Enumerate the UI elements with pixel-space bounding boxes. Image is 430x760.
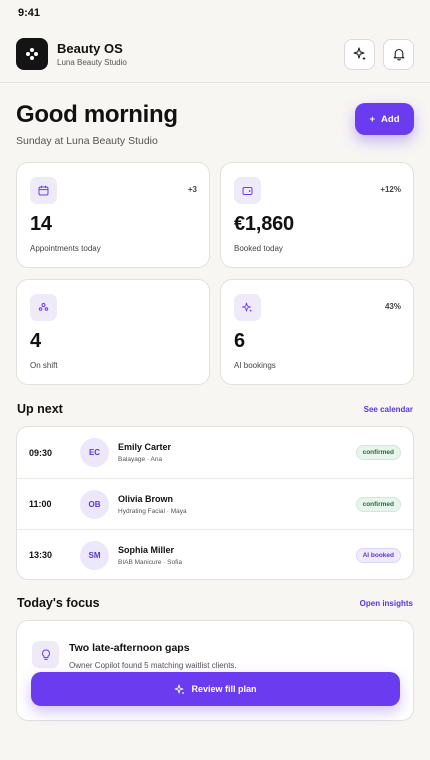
- client-name: Emily Carter: [118, 442, 172, 452]
- notifications-button[interactable]: [383, 38, 414, 70]
- appointment-time: 13:30: [29, 550, 53, 560]
- client-name: Olivia Brown: [118, 493, 174, 504]
- status-time: 9:41: [18, 7, 41, 19]
- status-badge: confirmed: [355, 496, 401, 512]
- review-fill-plan-label: Review fill plan: [191, 684, 257, 694]
- up-next-title: Up next: [17, 402, 63, 416]
- flower-icon: [26, 48, 38, 60]
- stat-value: €1,860: [234, 213, 294, 235]
- sparkles-icon: [175, 684, 185, 694]
- add-button-label: Add: [381, 113, 400, 125]
- status-bar: 9:41: [0, 0, 430, 26]
- app-name: Beauty OS: [57, 40, 123, 56]
- wallet-icon: [234, 177, 261, 204]
- appointment-info: Sophia Miller BIAB Manicure · Sofia: [118, 545, 182, 566]
- appointment-info: Emily Carter Balayage · Ana: [118, 442, 171, 463]
- stat-card-booked[interactable]: +12% €1,860 Booked today: [220, 162, 414, 268]
- team-icon: [30, 294, 57, 321]
- avatar: EC: [80, 438, 109, 467]
- appointment-detail: BIAB Manicure · Sofia: [118, 558, 182, 566]
- stat-label: Booked today: [234, 244, 283, 253]
- header-actions: [344, 38, 414, 70]
- stat-card-on-shift[interactable]: 4 On shift: [16, 279, 210, 385]
- focus-card-description: Owner Copilot found 5 matching waitlist …: [69, 661, 237, 670]
- page-title: Good morning: [16, 101, 178, 128]
- stat-card-appointments[interactable]: +3 14 Appointments today: [16, 162, 210, 268]
- review-fill-plan-button[interactable]: Review fill plan: [31, 672, 400, 706]
- plus-icon: +: [369, 113, 376, 125]
- stat-label: On shift: [30, 361, 58, 370]
- open-insights-link[interactable]: Open insights: [360, 599, 413, 608]
- add-button[interactable]: + Add: [355, 103, 414, 135]
- appointment-row[interactable]: 11:00 OB Olivia Brown Hydrating Facial ·…: [17, 478, 413, 529]
- sparkles-icon: [352, 47, 366, 61]
- sparkles-icon: [234, 294, 261, 321]
- avatar: OB: [80, 489, 109, 519]
- client-name: Sophia Miller: [118, 544, 175, 555]
- appointment-row[interactable]: 09:30 EC Emily Carter Balayage · Ana con…: [17, 427, 413, 478]
- focus-card-title: Two late-afternoon gaps: [69, 642, 190, 654]
- stat-delta: +12%: [380, 185, 401, 194]
- bell-icon: [393, 48, 404, 61]
- appointment-info: Olivia Brown Hydrating Facial · Maya: [118, 494, 187, 515]
- stat-label: AI bookings: [234, 361, 276, 370]
- page-subtitle: Sunday at Luna Beauty Studio: [16, 135, 158, 147]
- status-badge: confirmed: [355, 445, 401, 460]
- stat-delta: +3: [187, 185, 197, 194]
- calendar-icon: [30, 177, 57, 204]
- appointment-time: 09:30: [29, 447, 53, 458]
- appointment-list: 09:30 EC Emily Carter Balayage · Ana con…: [16, 426, 414, 580]
- stat-value: 14: [30, 213, 52, 235]
- studio-name: Luna Beauty Studio: [57, 57, 127, 67]
- app-logo: [16, 38, 48, 70]
- see-calendar-link[interactable]: See calendar: [364, 405, 413, 414]
- focus-title: Today's focus: [17, 596, 100, 610]
- focus-card: Two late-afternoon gaps Owner Copilot fo…: [16, 620, 414, 721]
- stat-delta: 43%: [384, 302, 401, 311]
- stat-value: 4: [30, 330, 41, 352]
- status-badge: AI booked: [355, 547, 401, 563]
- lightbulb-icon: [32, 641, 59, 668]
- avatar: SM: [80, 540, 109, 570]
- appointment-time: 11:00: [29, 499, 52, 509]
- ai-assistant-button[interactable]: [344, 38, 375, 70]
- app-header: Beauty OS Luna Beauty Studio: [0, 26, 430, 83]
- stat-value: 6: [234, 330, 245, 352]
- stat-card-ai-bookings[interactable]: 43% 6 AI bookings: [220, 279, 414, 385]
- greeting: Good morning Sunday at Luna Beauty Studi…: [16, 101, 178, 147]
- appointment-row[interactable]: 13:30 SM Sophia Miller BIAB Manicure · S…: [17, 529, 413, 579]
- brand: Beauty OS Luna Beauty Studio: [57, 41, 127, 68]
- appointment-detail: Balayage · Ana: [118, 456, 163, 463]
- stat-label: Appointments today: [30, 244, 101, 253]
- appointment-detail: Hydrating Facial · Maya: [118, 507, 187, 515]
